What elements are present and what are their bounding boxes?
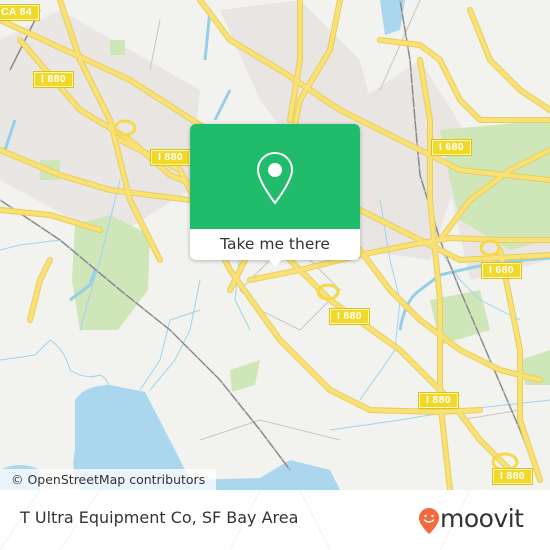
highway-shield-ca84: CA 84 bbox=[0, 5, 39, 20]
moovit-pin-icon bbox=[418, 507, 440, 540]
highway-shield-i680: I 680 bbox=[432, 140, 471, 155]
popup-header bbox=[190, 124, 360, 229]
highway-shield-i880: I 880 bbox=[493, 469, 532, 484]
take-me-there-button[interactable]: Take me there bbox=[190, 229, 360, 260]
highway-shield-i880: I 880 bbox=[330, 309, 369, 324]
map-attribution[interactable]: © OpenStreetMap contributors bbox=[0, 469, 217, 490]
location-popup[interactable]: Take me there bbox=[190, 124, 360, 267]
highway-shield-i680: I 680 bbox=[482, 263, 521, 278]
moovit-wordmark: moovit bbox=[440, 504, 524, 533]
location-pin-icon bbox=[255, 150, 295, 211]
highway-shield-i880: I 880 bbox=[419, 393, 458, 408]
place-title: T Ultra Equipment Co, SF Bay Area bbox=[20, 508, 299, 527]
highway-shield-i880: I 880 bbox=[151, 150, 190, 165]
popup-pointer bbox=[267, 258, 283, 267]
highway-shield-i880: I 880 bbox=[34, 72, 73, 87]
